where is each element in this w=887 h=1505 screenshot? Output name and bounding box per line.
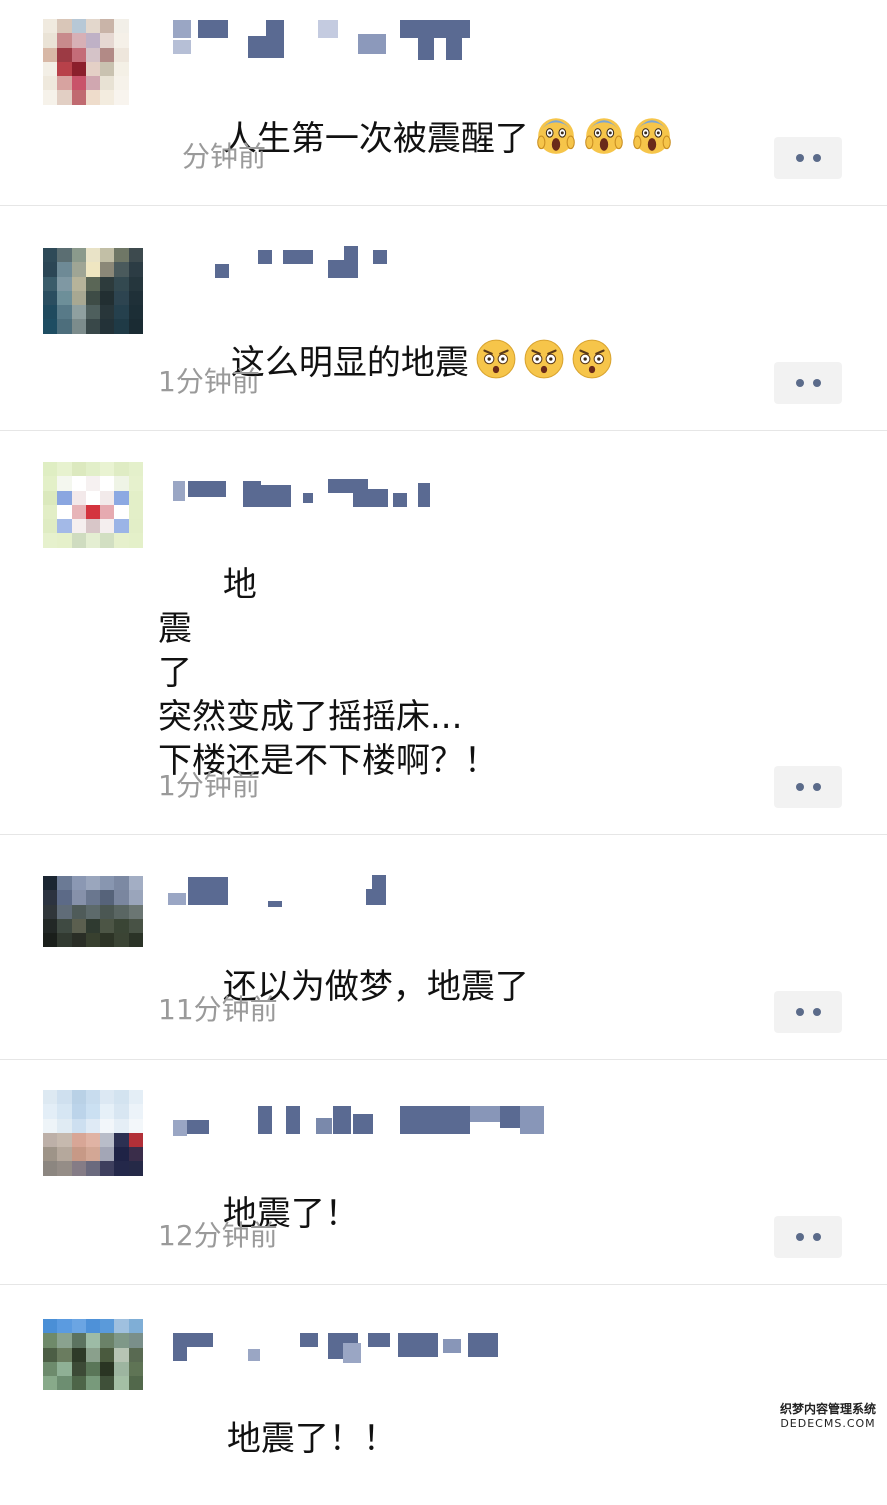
scream-face-icon <box>537 118 575 154</box>
comment-item: 这么明显的地震 1分钟前 <box>0 206 887 430</box>
comment-text: 还以为做梦，地震了 <box>158 921 529 1053</box>
nickname-blurred[interactable] <box>168 1329 508 1369</box>
comment-item: 地震了！ 12分钟前 <box>0 1060 887 1284</box>
comment-item: 人生第一次被震醒了 分钟前 <box>0 0 887 205</box>
scream-face-icon <box>585 118 623 154</box>
avatar[interactable] <box>43 876 143 976</box>
comment-body: 人生第一次被震醒了 <box>222 119 529 159</box>
more-dot-icon <box>795 1233 804 1241</box>
watermark-cn: 织梦内容管理系统 <box>779 1402 876 1416</box>
more-options-button[interactable] <box>774 766 842 808</box>
avatar[interactable] <box>43 1319 143 1419</box>
nickname-blurred[interactable] <box>168 875 408 915</box>
more-options-button[interactable] <box>774 991 842 1033</box>
comment-text: 地震了！ <box>158 1148 359 1280</box>
comment-body: 地震了！！ <box>226 1419 397 1459</box>
more-dot-icon <box>812 1008 821 1016</box>
nickname-blurred[interactable] <box>168 246 408 286</box>
comment-time: 1分钟前 <box>158 769 260 802</box>
comment-body: 地 震 了 突然变成了摇摇床... 下楼还是不下楼啊？！ <box>158 565 498 781</box>
avatar[interactable] <box>43 248 143 348</box>
scream-face-icon <box>633 118 671 154</box>
comment-time: 1分钟前 <box>158 365 260 398</box>
astonished-face-icon <box>476 339 516 379</box>
comment-text: 这么明显的地震 <box>166 294 613 429</box>
comment-item: 地震了！！ <box>0 1285 887 1459</box>
comment-text: 地震了！！ <box>162 1373 397 1505</box>
more-dot-icon <box>812 379 821 387</box>
comment-item: 还以为做梦，地震了 11分钟前 <box>0 835 887 1059</box>
more-dot-icon <box>812 1233 821 1241</box>
astonished-face-icon <box>524 339 564 379</box>
more-dot-icon <box>795 379 804 387</box>
more-dot-icon <box>812 783 821 791</box>
more-dot-icon <box>812 154 821 162</box>
more-dot-icon <box>795 154 804 162</box>
more-dot-icon <box>795 783 804 791</box>
comment-time: 12分钟前 <box>158 1219 278 1252</box>
nickname-blurred[interactable] <box>168 20 470 60</box>
comment-feed: 人生第一次被震醒了 分钟前 这么明显的地震 1分钟前 地 震 了 突然变成了摇摇… <box>0 0 887 1459</box>
avatar[interactable] <box>43 19 143 119</box>
site-watermark: 织梦内容管理系统 DEDECMS.COM <box>776 1402 880 1430</box>
astonished-face-icon <box>572 339 612 379</box>
more-dot-icon <box>795 1008 804 1016</box>
watermark-en: DEDECMS.COM <box>780 1417 876 1430</box>
comment-text: 人生第一次被震醒了 <box>158 70 673 205</box>
scream-emoji-icon <box>529 118 673 159</box>
astonished-emoji-icon <box>469 339 613 383</box>
comment-item: 地 震 了 突然变成了摇摇床... 下楼还是不下楼啊？！ 1分钟前 <box>0 431 887 834</box>
comment-body: 这么明显的地震 <box>230 343 469 383</box>
more-options-button[interactable] <box>774 1216 842 1258</box>
avatar[interactable] <box>43 462 143 562</box>
comment-time: 分钟前 <box>182 140 267 173</box>
more-options-button[interactable] <box>774 137 842 179</box>
nickname-blurred[interactable] <box>168 475 438 515</box>
avatar[interactable] <box>43 1090 143 1190</box>
nickname-blurred[interactable] <box>168 1104 548 1144</box>
more-options-button[interactable] <box>774 362 842 404</box>
comment-time: 11分钟前 <box>158 993 278 1026</box>
